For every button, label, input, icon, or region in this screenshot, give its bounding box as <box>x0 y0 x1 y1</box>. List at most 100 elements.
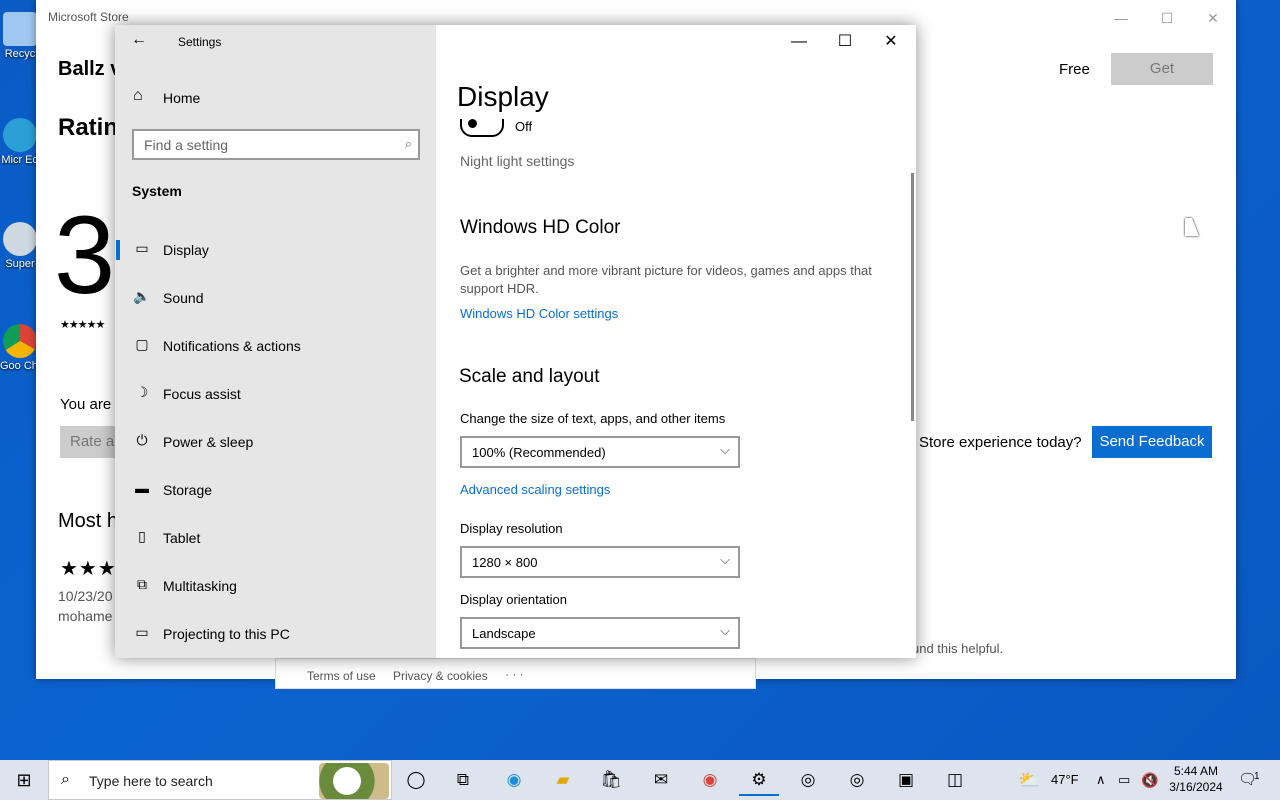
store-close-button[interactable]: ✕ <box>1190 6 1236 30</box>
search-icon: ⌕ <box>61 771 70 788</box>
desktop-icon-label: Super <box>5 258 35 270</box>
section-heading: System <box>132 183 182 199</box>
send-feedback-button[interactable]: Send Feedback <box>1092 426 1212 458</box>
task-view-icon[interactable]: ◯ <box>396 764 436 796</box>
review-author: mohame <box>58 608 113 624</box>
desktop-icon-edge[interactable]: Micr Ed <box>0 114 40 194</box>
review-stars: ★★★ <box>60 558 117 580</box>
most-helpful-heading: Most h <box>58 510 119 532</box>
sidebar-item-storage[interactable]: ▬ Storage <box>115 472 436 508</box>
chrome-icon[interactable]: ◉ <box>690 764 730 796</box>
speaker-icon: 🔈 <box>133 288 151 304</box>
store-window-title: Microsoft Store <box>48 10 129 24</box>
media-icon[interactable]: ◎ <box>837 764 877 796</box>
network-icon[interactable]: ▭ <box>1118 760 1130 800</box>
webcam-icon[interactable]: ◎ <box>788 764 828 796</box>
sidebar-item-label: Tablet <box>163 530 201 546</box>
store-icon[interactable]: 🛍 <box>591 764 631 796</box>
volume-icon[interactable]: 🔇 <box>1141 760 1158 800</box>
settings-icon[interactable]: ⚙ <box>739 764 779 796</box>
content-scrollbar[interactable] <box>911 173 914 421</box>
sidebar-item-label: Storage <box>163 482 213 498</box>
night-light-toggle[interactable] <box>460 119 504 137</box>
monitor-icon: ▭ <box>135 240 149 256</box>
find-setting-input[interactable] <box>144 131 394 158</box>
hd-color-settings-link[interactable]: Windows HD Color settings <box>460 306 618 321</box>
contacts-icon[interactable]: ▣ <box>886 764 926 796</box>
get-button[interactable]: Get <box>1111 53 1213 85</box>
sidebar-item-notifications-actions[interactable]: ▢ Notifications & actions <box>115 328 436 364</box>
chrome-icon <box>3 324 37 358</box>
sidebar-item-multitasking[interactable]: ⧉ Multitasking <box>115 568 436 604</box>
chevron-down-icon: ⌵ <box>720 552 730 567</box>
taskbar-search[interactable]: ⌕ Type here to search <box>48 760 392 800</box>
start-button[interactable]: ⊞ <box>0 760 48 800</box>
more-button[interactable]: · · · <box>505 667 524 681</box>
back-button[interactable]: ← <box>131 31 155 51</box>
sidebar-item-projecting-to-this-pc[interactable]: ▭ Projecting to this PC <box>115 616 436 652</box>
night-light-settings-link[interactable]: Night light settings <box>460 153 574 169</box>
desktop-icon-label: Recyc <box>4 48 36 60</box>
app-title: Ballz v <box>58 58 122 80</box>
sidebar-item-tablet[interactable]: ▯ Tablet <box>115 520 436 556</box>
store-minimize-button[interactable]: — <box>1098 6 1144 30</box>
resolution-label: Display resolution <box>460 521 563 536</box>
search-highlight-image <box>319 763 389 799</box>
edge-icon[interactable]: ◉ <box>494 764 534 796</box>
scale-dropdown[interactable]: 100% (Recommended) ⌵ <box>460 436 740 468</box>
camera-icon[interactable]: ◫ <box>935 764 975 796</box>
chevron-up-icon[interactable]: ∧ <box>1096 760 1106 800</box>
minimize-button[interactable]: — <box>776 29 822 55</box>
settings-sidebar: ← Settings ⌂ Home ⌕ System ▭ Display 🔈 Soun… <box>115 25 436 658</box>
maximize-button[interactable]: ☐ <box>822 29 868 55</box>
power-icon: ⏻ <box>136 432 148 448</box>
nav-home[interactable]: ⌂ Home <box>115 85 436 111</box>
sidebar-item-label: Projecting to this PC <box>163 626 290 642</box>
orientation-dropdown[interactable]: Landscape ⌵ <box>460 617 740 649</box>
experience-question: Store experience today? <box>919 434 1082 451</box>
privacy-link[interactable]: Privacy & cookies <box>393 669 488 683</box>
clock-date: 3/16/2024 <box>1169 780 1223 794</box>
clock-time: 5:44 AM <box>1173 764 1219 778</box>
desktop-icon-label: Goo Chr <box>0 360 40 372</box>
store-maximize-button[interactable]: ☐ <box>1144 6 1190 30</box>
desktop-icon-chrome[interactable]: Goo Chr <box>0 320 40 400</box>
taskbar-clock[interactable]: 5:44 AM 3/16/2024 <box>1162 763 1230 795</box>
terms-link[interactable]: Terms of use <box>307 669 376 683</box>
mail-icon[interactable]: ✉ <box>641 764 681 796</box>
widgets-icon[interactable]: ⧉ <box>443 764 483 796</box>
resolution-dropdown[interactable]: 1280 × 800 ⌵ <box>460 546 740 578</box>
price-label: Free <box>1059 61 1090 78</box>
sidebar-item-focus-assist[interactable]: ☽ Focus assist <box>115 376 436 412</box>
desktop-icon-recycle-bin[interactable]: Recyc <box>0 8 40 88</box>
active-indicator <box>116 240 120 260</box>
weather-temp[interactable]: 47°F <box>1051 760 1079 800</box>
sidebar-item-label: Power & sleep <box>163 434 254 450</box>
edge-icon <box>3 118 37 152</box>
orientation-label: Display orientation <box>460 592 567 607</box>
mouse-cursor <box>1185 218 1199 236</box>
scale-value: 100% (Recommended) <box>472 445 606 460</box>
sidebar-item-sound[interactable]: 🔈 Sound <box>115 280 436 316</box>
weather-icon[interactable]: ⛅ <box>1018 760 1040 800</box>
file-explorer-icon[interactable]: ▰ <box>543 764 583 796</box>
chevron-down-icon: ⌵ <box>720 623 730 638</box>
advanced-scaling-link[interactable]: Advanced scaling settings <box>460 482 610 497</box>
windows-logo-icon: ⊞ <box>16 770 32 790</box>
sidebar-item-power-sleep[interactable]: ⏻ Power & sleep <box>115 424 436 460</box>
sidebar-item-label: Sound <box>163 290 204 306</box>
taskbar-search-placeholder: Type here to search <box>89 773 213 789</box>
projector-icon: ▭ <box>135 624 149 640</box>
close-button[interactable]: ✕ <box>868 29 914 55</box>
rating-stars: ★★★★★ <box>60 319 105 331</box>
settings-window-title: Settings <box>178 35 222 49</box>
sidebar-item-display[interactable]: ▭ Display <box>115 232 436 268</box>
store-footer: Terms of use Privacy & cookies · · · <box>275 658 756 689</box>
hd-color-heading: Windows HD Color <box>460 217 621 238</box>
desktop-icon-super[interactable]: Super <box>0 218 40 298</box>
back-arrow-icon: ← <box>131 31 147 48</box>
page-title: Display <box>457 81 549 112</box>
taskbar: ⊞ ⌕ Type here to search ◯ ⧉ ◉ ▰ 🛍 ✉ ◉ ⚙ … <box>0 760 1280 800</box>
sidebar-item-label: Focus assist <box>163 386 241 402</box>
recycle-bin-icon <box>3 12 37 46</box>
